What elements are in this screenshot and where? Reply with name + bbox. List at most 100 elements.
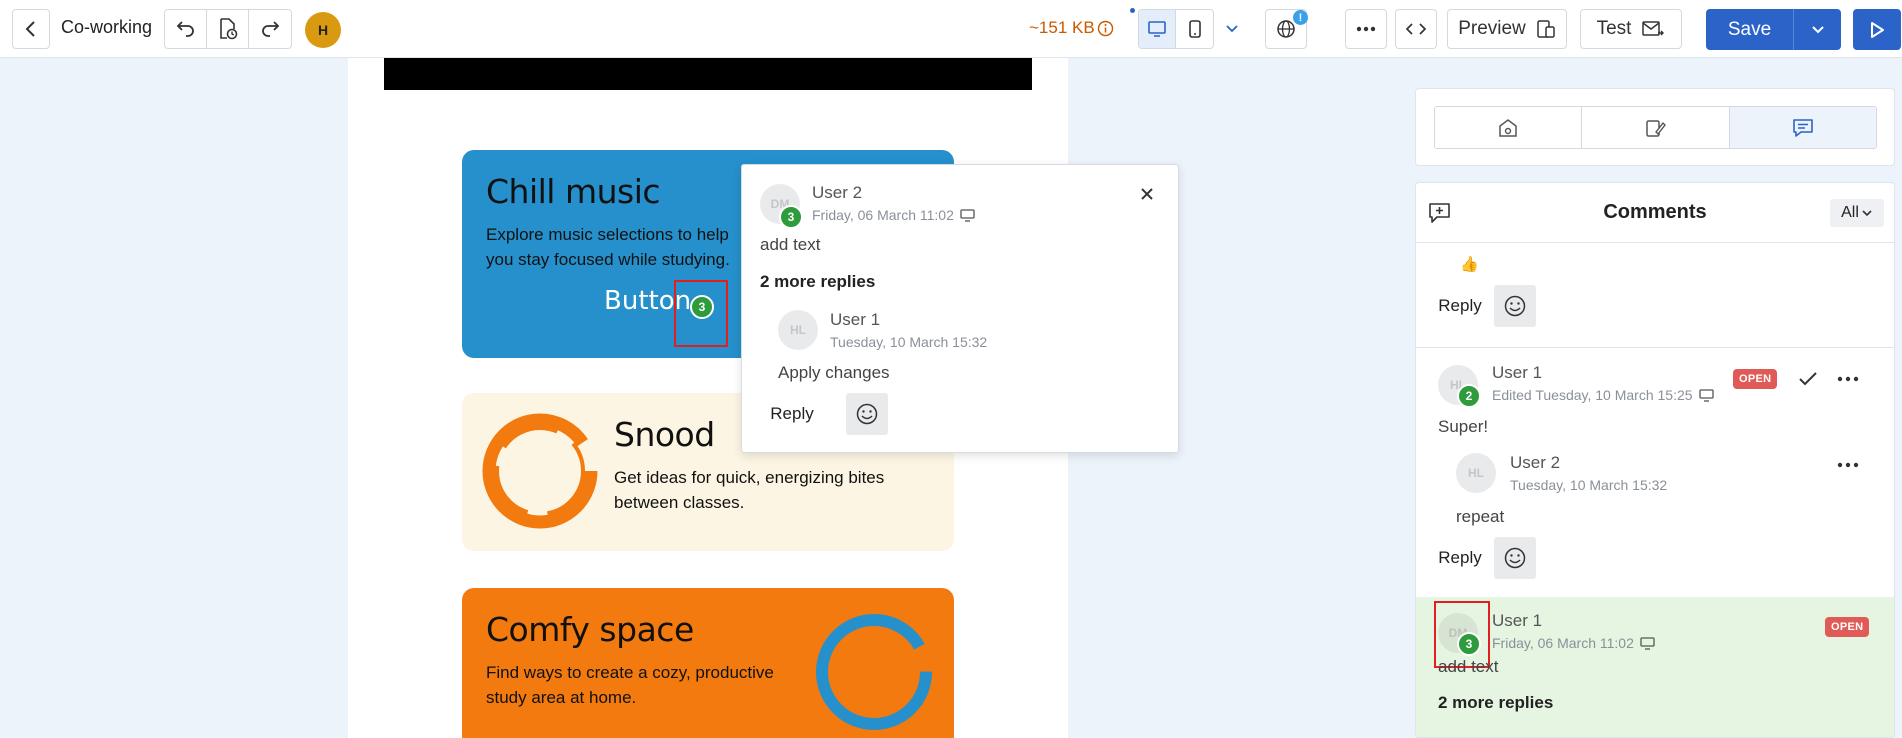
comment-author: User 1 bbox=[1492, 363, 1543, 382]
reply-text: repeat bbox=[1456, 507, 1505, 526]
filter-dropdown[interactable]: All bbox=[1830, 199, 1884, 227]
email-size-text: ~151 KB bbox=[1029, 18, 1095, 37]
selected-comment-thread[interactable]: DM 3 User 1 Friday, 06 March 11:02 OPEN … bbox=[1416, 597, 1894, 737]
tab-comments[interactable] bbox=[1729, 107, 1876, 148]
smiley-icon bbox=[1504, 547, 1526, 569]
more-horizontal-icon bbox=[1356, 26, 1376, 32]
smiley-icon bbox=[1504, 295, 1526, 317]
side-panel-tabs bbox=[1415, 88, 1895, 166]
smiley-icon bbox=[856, 403, 878, 425]
status-badge: OPEN bbox=[1733, 369, 1778, 389]
test-button[interactable]: Test bbox=[1580, 9, 1682, 49]
device-toggle bbox=[1138, 9, 1214, 49]
comment-count-badge: 3 bbox=[779, 205, 803, 229]
more-horizontal-icon bbox=[1837, 376, 1859, 382]
send-mail-icon bbox=[1642, 21, 1665, 36]
tab-appearance[interactable] bbox=[1582, 107, 1730, 148]
comment-author: User 2 bbox=[812, 183, 863, 202]
notification-dot bbox=[1130, 8, 1135, 13]
status-badge: OPEN bbox=[1825, 617, 1870, 637]
reply-button[interactable]: Reply bbox=[1438, 287, 1482, 325]
card-title: Chill music bbox=[486, 172, 661, 211]
desktop-icon bbox=[1698, 388, 1714, 402]
code-view-button[interactable] bbox=[1395, 9, 1437, 49]
language-button[interactable]: ! bbox=[1265, 9, 1308, 49]
comment-count-badge: 2 bbox=[1457, 384, 1481, 408]
desktop-icon bbox=[1640, 636, 1655, 650]
chevron-left-icon bbox=[25, 21, 35, 37]
warning-badge-icon: ! bbox=[1293, 10, 1308, 25]
filter-value: All bbox=[1841, 204, 1859, 221]
close-popup-button[interactable] bbox=[1136, 183, 1158, 205]
mobile-view-button[interactable] bbox=[1176, 10, 1213, 48]
reply-date: Tuesday, 10 March 15:32 bbox=[830, 334, 988, 350]
play-icon bbox=[1871, 21, 1884, 38]
avatar: HL bbox=[778, 310, 818, 350]
page-title: Co-working bbox=[61, 17, 153, 37]
comment-date: Friday, 06 March 11:02 bbox=[1492, 635, 1655, 651]
devices-icon bbox=[1537, 20, 1555, 38]
comment-text: Super! bbox=[1438, 417, 1489, 436]
device-dropdown-button[interactable] bbox=[1216, 9, 1248, 49]
back-button[interactable] bbox=[12, 9, 50, 49]
close-icon bbox=[1141, 188, 1153, 200]
save-options-button[interactable] bbox=[1794, 9, 1841, 50]
card-text: Get ideas for quick, energizing bites be… bbox=[614, 468, 885, 512]
desktop-icon bbox=[1148, 21, 1166, 37]
preview-label: Preview bbox=[1458, 18, 1526, 39]
resolve-button[interactable] bbox=[1796, 367, 1820, 391]
comments-icon bbox=[1793, 118, 1813, 137]
desktop-icon bbox=[960, 208, 975, 222]
more-replies-link[interactable]: 2 more replies bbox=[1438, 693, 1553, 713]
more-replies-link[interactable]: 2 more replies bbox=[760, 272, 875, 292]
reply-text: Apply changes bbox=[778, 363, 890, 382]
emoji-reaction-button[interactable] bbox=[1494, 537, 1536, 579]
image-block[interactable] bbox=[384, 58, 1032, 90]
blue-ring-image bbox=[816, 614, 932, 730]
comment-date: Friday, 06 March 11:02 bbox=[812, 207, 975, 223]
save-label: Save bbox=[1706, 9, 1794, 50]
chevron-down-icon bbox=[1226, 25, 1238, 33]
comment-date-text: Friday, 06 March 11:02 bbox=[812, 207, 954, 223]
save-button[interactable]: Save bbox=[1706, 9, 1841, 50]
card-title: Comfy space bbox=[486, 610, 694, 649]
more-horizontal-icon bbox=[1837, 462, 1859, 468]
reply-button[interactable]: Reply bbox=[1438, 539, 1482, 577]
card-comfy-space[interactable]: Comfy space Find ways to create a cozy, … bbox=[462, 588, 954, 738]
undo-button[interactable] bbox=[165, 10, 207, 48]
comment-date-text: Friday, 06 March 11:02 bbox=[1492, 635, 1634, 651]
desktop-view-button[interactable] bbox=[1139, 10, 1177, 48]
more-options-button[interactable] bbox=[1345, 9, 1387, 49]
version-history-button[interactable] bbox=[207, 10, 249, 48]
comment-menu-button[interactable] bbox=[1834, 367, 1862, 391]
card-text: Explore music selections to help you sta… bbox=[486, 225, 730, 269]
modules-icon bbox=[1499, 118, 1517, 137]
emoji-reaction-button[interactable] bbox=[1494, 285, 1536, 327]
comment-popup: DM 3 User 2 Friday, 06 March 11:02 add t… bbox=[741, 164, 1179, 453]
file-history-icon bbox=[219, 18, 237, 40]
reply-button[interactable]: Reply bbox=[756, 395, 828, 433]
redo-button[interactable] bbox=[249, 10, 291, 48]
avatar: HL bbox=[1456, 453, 1496, 493]
orange-ring-image bbox=[482, 413, 598, 529]
comment-text: add text bbox=[1438, 657, 1499, 676]
reaction-emoji[interactable]: 👍 bbox=[1460, 255, 1479, 273]
preview-button[interactable]: Preview bbox=[1447, 9, 1567, 49]
comment-date: Edited Tuesday, 10 March 15:25 bbox=[1492, 387, 1714, 403]
reply-author: User 1 bbox=[830, 310, 881, 329]
emoji-reaction-button[interactable] bbox=[846, 393, 888, 435]
appearance-icon bbox=[1646, 119, 1667, 137]
mobile-icon bbox=[1188, 20, 1201, 38]
comment-text: add text bbox=[760, 235, 821, 254]
card-title: Snood bbox=[614, 415, 715, 454]
reply-menu-button[interactable] bbox=[1834, 453, 1862, 477]
email-size-indicator[interactable]: ~151 KB bbox=[1029, 18, 1114, 38]
run-button[interactable] bbox=[1853, 9, 1901, 50]
avatar[interactable]: H bbox=[305, 12, 341, 48]
reply-date: Tuesday, 10 March 15:32 bbox=[1510, 477, 1668, 493]
comments-header: Comments All bbox=[1416, 183, 1894, 243]
info-icon bbox=[1097, 20, 1113, 36]
comment-author: User 1 bbox=[1492, 611, 1543, 630]
divider bbox=[1416, 347, 1894, 348]
tab-modules[interactable] bbox=[1435, 107, 1583, 148]
